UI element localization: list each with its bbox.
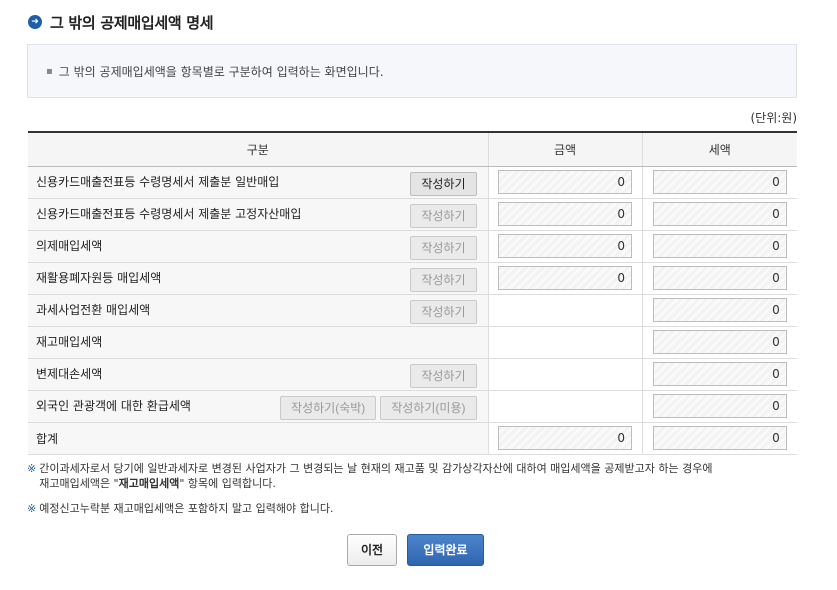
row-label: 의제매입세액: [36, 238, 103, 253]
info-box: ▪ 그 밖의 공제매입세액을 항목별로 구분하여 입력하는 화면입니다.: [27, 44, 797, 98]
page-title: 그 밖의 공제매입세액 명세: [50, 13, 214, 32]
empty-cell: [487, 326, 642, 359]
total-tax: 0: [652, 426, 787, 450]
note-text: 예정신고누락분 재고매입세액은 포함하지 말고 입력해야 합니다.: [39, 502, 334, 515]
total-label: 합계: [36, 431, 59, 446]
row-label: 재활용폐자원등 매입세액: [36, 270, 162, 285]
row-label-cell: 의제매입세액 작성하기: [28, 230, 488, 263]
submit-button[interactable]: 입력완료: [407, 534, 484, 566]
row-label: 외국인 관광객에 대한 환급세액: [36, 398, 191, 413]
table-row: 신용카드매출전표등 수령명세서 제출분 일반매입 작성하기 0 0: [28, 166, 797, 199]
row-label-cell: 외국인 관광객에 대한 환급세액 작성하기(숙박) 작성하기(미용): [28, 390, 488, 423]
total-amount: 0: [498, 426, 632, 450]
row-label-cell: 재고매입세액: [28, 326, 488, 359]
table-row: 과세사업전환 매입세액 작성하기 0: [28, 294, 797, 327]
tax-input[interactable]: 0: [652, 170, 787, 194]
table-header-row: 구분 금액 세액: [28, 131, 797, 167]
total-label-cell: 합계: [28, 422, 488, 455]
amount-input[interactable]: 0: [498, 266, 632, 290]
row-label-cell: 변제대손세액 작성하기: [28, 358, 488, 391]
empty-cell: [487, 358, 642, 391]
table-row: 의제매입세액 작성하기 0 0: [28, 230, 797, 263]
table-row: 변제대손세액 작성하기 0: [28, 358, 797, 391]
row-label: 변제대손세액: [36, 366, 103, 381]
page-header: ➜ 그 밖의 공제매입세액 명세: [28, 10, 214, 34]
write-button[interactable]: 작성하기: [410, 235, 477, 260]
info-text: 그 밖의 공제매입세액을 항목별로 구분하여 입력하는 화면입니다.: [58, 64, 384, 79]
table-row: 신용카드매출전표등 수령명세서 제출분 고정자산매입 작성하기 0 0: [28, 198, 797, 231]
write-beauty-button[interactable]: 작성하기(미용): [380, 395, 477, 420]
note-mark: ※: [27, 502, 37, 515]
empty-cell: [487, 294, 642, 327]
amount-input[interactable]: 0: [498, 170, 632, 194]
table-row: 외국인 관광객에 대한 환급세액 작성하기(숙박) 작성하기(미용) 0: [28, 390, 797, 423]
unit-label: (단위:원): [750, 111, 797, 125]
write-button[interactable]: 작성하기: [410, 171, 477, 196]
tax-input[interactable]: 0: [652, 266, 787, 290]
note-item: ※ 예정신고누락분 재고매입세액은 포함하지 말고 입력해야 합니다.: [27, 501, 817, 516]
prev-button[interactable]: 이전: [347, 534, 397, 566]
write-button[interactable]: 작성하기: [410, 299, 477, 324]
row-label-cell: 신용카드매출전표등 수령명세서 제출분 고정자산매입 작성하기: [28, 198, 488, 231]
header-tax: 세액: [641, 131, 797, 167]
header-category: 구분: [28, 131, 488, 167]
arrow-circle-icon: ➜: [28, 15, 42, 29]
write-lodging-button[interactable]: 작성하기(숙박): [280, 395, 377, 420]
row-label: 과세사업전환 매입세액: [36, 302, 151, 317]
amount-input[interactable]: 0: [498, 202, 632, 226]
row-label-cell: 신용카드매출전표등 수령명세서 제출분 일반매입 작성하기: [28, 166, 488, 199]
note-text: 간이과세자로서 당기에 일반과세자로 변경된 사업자가 그 변경되는 날 현재의…: [39, 462, 713, 490]
header-amount: 금액: [487, 131, 642, 167]
note-mark: ※: [27, 462, 37, 475]
row-label: 신용카드매출전표등 수령명세서 제출분 일반매입: [36, 174, 280, 189]
empty-cell: [487, 390, 642, 423]
total-row: 합계 0 0: [28, 422, 797, 455]
tax-input[interactable]: 0: [652, 330, 787, 354]
row-label: 신용카드매출전표등 수령명세서 제출분 고정자산매입: [36, 206, 302, 221]
write-button[interactable]: 작성하기: [410, 203, 477, 228]
deduction-table: 구분 금액 세액 신용카드매출전표등 수령명세서 제출분 일반매입 작성하기 0…: [28, 131, 797, 455]
row-label: 재고매입세액: [36, 334, 103, 349]
amount-input[interactable]: 0: [498, 234, 632, 258]
tax-input[interactable]: 0: [652, 234, 787, 258]
tax-input[interactable]: 0: [652, 202, 787, 226]
write-button[interactable]: 작성하기: [410, 363, 477, 388]
note-item: ※ 간이과세자로서 당기에 일반과세자로 변경된 사업자가 그 변경되는 날 현…: [27, 461, 817, 491]
table-row: 재고매입세액 0: [28, 326, 797, 359]
table-row: 재활용폐자원등 매입세액 작성하기 0 0: [28, 262, 797, 295]
button-group: 작성하기(숙박) 작성하기(미용): [280, 395, 477, 420]
footer-buttons: 이전 입력완료: [347, 534, 484, 566]
tax-input[interactable]: 0: [652, 362, 787, 386]
row-label-cell: 과세사업전환 매입세액 작성하기: [28, 294, 488, 327]
row-label-cell: 재활용폐자원등 매입세액 작성하기: [28, 262, 488, 295]
write-button[interactable]: 작성하기: [410, 267, 477, 292]
notes: ※ 간이과세자로서 당기에 일반과세자로 변경된 사업자가 그 변경되는 날 현…: [27, 461, 817, 526]
tax-input[interactable]: 0: [652, 298, 787, 322]
bullet-icon: ▪: [46, 65, 53, 77]
tax-input[interactable]: 0: [652, 394, 787, 418]
